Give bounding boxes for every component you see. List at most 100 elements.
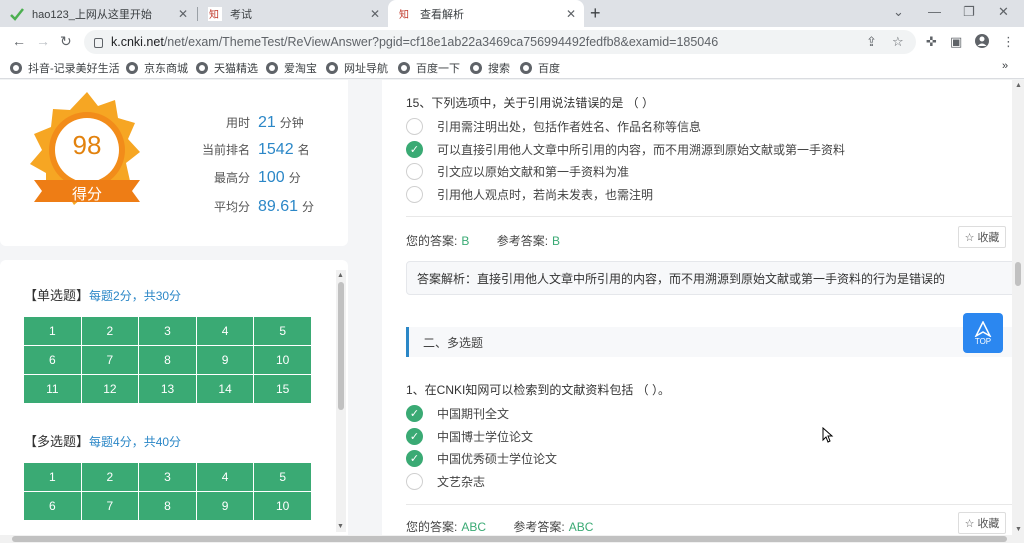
restore-icon[interactable]: ❐ bbox=[963, 4, 975, 20]
multi-choice-heading: 【多选题】每题4分，共40分 bbox=[24, 431, 181, 450]
close-tab-icon[interactable]: ✕ bbox=[178, 7, 188, 21]
bookmark-item[interactable]: 网址导航 bbox=[326, 60, 388, 76]
tab-title: 考试 bbox=[230, 8, 252, 21]
score-value: 98 bbox=[72, 130, 102, 160]
answer-summary: 您的答案: B 参考答案: B bbox=[406, 232, 560, 249]
back-to-top-button[interactable]: TOP bbox=[963, 313, 1003, 353]
scroll-up-arrow-icon[interactable]: ▲ bbox=[337, 272, 344, 279]
top-label: TOP bbox=[974, 336, 992, 346]
question-nav-cell[interactable]: 2 bbox=[81, 463, 139, 491]
question-nav-cell[interactable]: 2 bbox=[81, 317, 139, 345]
bookmark-label: 抖音-记录美好生活 bbox=[28, 63, 120, 75]
rocket-icon bbox=[974, 320, 992, 337]
answer-sheet: 【单选题】每题2分，共30分 1 2 3 4 5 6 7 8 9 10 11 1… bbox=[0, 260, 348, 535]
minimize-icon[interactable]: — bbox=[928, 4, 941, 19]
stat-value: 21 bbox=[258, 114, 276, 131]
answer-option[interactable]: ✓ 中国博士学位论文 bbox=[406, 425, 533, 447]
answer-option[interactable]: ✓ 可以直接引用他人文章中所引用的内容，而不用溯源到原始文献或第一手资料 bbox=[406, 138, 845, 160]
answer-sheet-scrollbar[interactable]: ▲ ▼ bbox=[336, 270, 346, 532]
question-nav-cell[interactable]: 9 bbox=[196, 346, 254, 374]
page-scrollbar[interactable]: ▲ ▼ bbox=[1012, 80, 1024, 535]
question-nav-cell[interactable]: 11 bbox=[24, 375, 81, 403]
star-icon: ☆ bbox=[964, 231, 975, 244]
globe-icon bbox=[326, 62, 338, 74]
extensions-icon[interactable]: ✜ bbox=[926, 34, 937, 50]
answer-option[interactable]: ✓ 中国优秀硕士学位论文 bbox=[406, 447, 557, 469]
question-nav-cell[interactable]: 4 bbox=[196, 463, 254, 491]
scroll-down-arrow-icon[interactable]: ▼ bbox=[337, 523, 344, 530]
question-nav-cell[interactable]: 8 bbox=[139, 346, 196, 374]
share-icon[interactable]: ⇪ bbox=[866, 34, 877, 50]
bookmark-item[interactable]: 抖音-记录美好生活 bbox=[10, 60, 120, 76]
question-nav-cell[interactable]: 6 bbox=[24, 492, 81, 520]
radio-icon bbox=[406, 185, 423, 203]
svg-text:知: 知 bbox=[209, 8, 219, 21]
new-tab-icon[interactable]: + bbox=[590, 3, 601, 24]
question-nav-cell[interactable]: 10 bbox=[254, 346, 311, 374]
question-nav-cell[interactable]: 15 bbox=[254, 375, 311, 403]
collect-button[interactable]: ☆ 收藏 bbox=[958, 512, 1006, 534]
close-tab-icon[interactable]: ✕ bbox=[566, 7, 576, 21]
bookmark-item[interactable]: 百度 bbox=[520, 60, 560, 76]
scrollbar-thumb[interactable] bbox=[1015, 262, 1021, 286]
bookmark-item[interactable]: 搜索 bbox=[470, 60, 510, 76]
question-nav-cell[interactable]: 10 bbox=[254, 492, 311, 520]
forward-icon[interactable]: → bbox=[36, 33, 50, 49]
bookmark-item[interactable]: 爱淘宝 bbox=[266, 60, 317, 76]
question-nav-cell[interactable]: 6 bbox=[24, 346, 81, 374]
stat-value: 89.61 bbox=[258, 198, 299, 215]
question-nav-cell[interactable]: 1 bbox=[24, 463, 81, 491]
tab-exam[interactable]: 知 考试 ✕ bbox=[198, 0, 388, 27]
collect-button[interactable]: ☆ 收藏 bbox=[958, 226, 1006, 248]
answer-option[interactable]: 引用他人观点时，若尚未发表，也需注明 bbox=[406, 183, 653, 205]
scroll-up-arrow-icon[interactable]: ▲ bbox=[1015, 82, 1022, 89]
question-nav-cell[interactable]: 9 bbox=[196, 492, 254, 520]
your-answer-label: 您的答案: bbox=[406, 520, 458, 534]
question-nav-cell[interactable]: 8 bbox=[139, 492, 196, 520]
back-icon[interactable]: ← bbox=[12, 33, 26, 49]
close-tab-icon[interactable]: ✕ bbox=[370, 7, 380, 21]
question-nav-cell[interactable]: 7 bbox=[81, 346, 139, 374]
scrollbar-thumb[interactable] bbox=[12, 536, 1007, 542]
answer-option[interactable]: 引用需注明出处，包括作者姓名、作品名称等信息 bbox=[406, 115, 701, 137]
bookmark-item[interactable]: 天猫精选 bbox=[196, 60, 258, 76]
tab-search-chevron-icon[interactable]: ⌄ bbox=[893, 4, 904, 20]
reference-answer-value: ABC bbox=[568, 520, 594, 534]
scroll-down-arrow-icon[interactable]: ▼ bbox=[1015, 526, 1022, 533]
reload-icon[interactable]: ↻ bbox=[60, 33, 72, 50]
scrollbar-thumb[interactable] bbox=[338, 282, 344, 410]
answer-option[interactable]: ✓ 中国期刊全文 bbox=[406, 402, 509, 424]
question-nav-cell[interactable]: 13 bbox=[139, 375, 196, 403]
question-nav-cell[interactable]: 4 bbox=[196, 317, 254, 345]
tab-hao123[interactable]: hao123_上网从这里开始 ✕ bbox=[0, 0, 196, 27]
menu-kebab-icon[interactable]: ⋮ bbox=[1002, 34, 1015, 50]
question-nav-cell[interactable]: 3 bbox=[139, 463, 196, 491]
score-label: 得分 bbox=[71, 186, 102, 203]
checkmark-icon: ✓ bbox=[406, 427, 423, 445]
answer-option[interactable]: 文艺杂志 bbox=[406, 470, 485, 492]
side-panel-icon[interactable]: ▣ bbox=[950, 34, 962, 50]
horizontal-scrollbar[interactable] bbox=[0, 535, 1024, 543]
radio-icon bbox=[406, 117, 423, 135]
score-medal: 98 得分 bbox=[22, 88, 152, 218]
answer-option[interactable]: 引文应以原始文献和第一手资料为准 bbox=[406, 160, 629, 182]
question-nav-cell[interactable]: 14 bbox=[196, 375, 254, 403]
bookmark-item[interactable]: 百度一下 bbox=[398, 60, 460, 76]
question-nav-cell[interactable]: 12 bbox=[81, 375, 139, 403]
tab-review[interactable]: 知 查看解析 ✕ bbox=[388, 0, 584, 27]
bookmarks-bar: 抖音-记录美好生活 京东商城 天猫精选 爱淘宝 网址导航 百度一下 搜索 百度 … bbox=[0, 57, 1024, 79]
address-bar[interactable]: k.cnki.net/net/exam/ThemeTest/ReViewAnsw… bbox=[84, 30, 916, 54]
bookmark-star-icon[interactable]: ☆ bbox=[892, 34, 904, 50]
question-nav-cell[interactable]: 3 bbox=[139, 317, 196, 345]
bookmark-label: 百度 bbox=[538, 63, 560, 75]
profile-avatar-icon[interactable] bbox=[975, 34, 989, 51]
question-nav-cell[interactable]: 5 bbox=[254, 463, 311, 491]
question-nav-cell[interactable]: 5 bbox=[254, 317, 311, 345]
more-bookmarks-icon[interactable]: » bbox=[1002, 60, 1008, 72]
question-nav-cell[interactable]: 1 bbox=[24, 317, 81, 345]
section-note: 每题4分，共40分 bbox=[89, 435, 182, 449]
close-window-icon[interactable]: ✕ bbox=[998, 4, 1009, 20]
tab-strip: hao123_上网从这里开始 ✕ 知 考试 ✕ 知 查看解析 ✕ + ⌄ — ❐… bbox=[0, 0, 1024, 27]
bookmark-item[interactable]: 京东商城 bbox=[126, 60, 188, 76]
question-nav-cell[interactable]: 7 bbox=[81, 492, 139, 520]
